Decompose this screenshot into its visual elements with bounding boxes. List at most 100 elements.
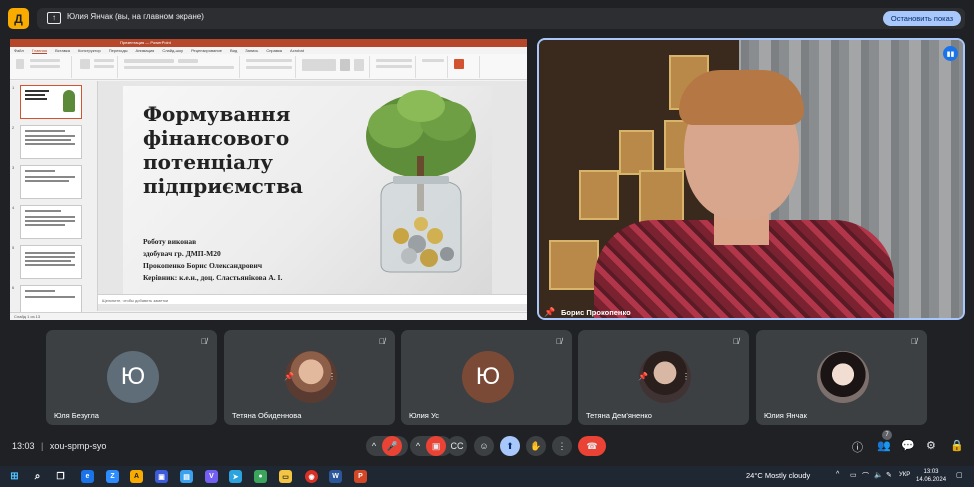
slide-thumbnail-pane[interactable]: 1 2 3 4 5 6 (10, 81, 98, 319)
reactions-button[interactable]: ☺ (474, 436, 494, 456)
ribbon-tab[interactable]: Главная (31, 48, 48, 54)
participant-tile[interactable]: 🎙̸ Юлия Янчак (756, 330, 927, 425)
windows-start-icon[interactable]: ⊞ (8, 470, 21, 483)
thumbnail-number: 4 (12, 205, 15, 210)
windows-taskbar: ⊞ ⌕ ❐ e Z A ▣ ▤ V ➤ ● ▭ ◉ W P 24°C Mostl… (0, 466, 974, 487)
chevron-up-icon[interactable]: ^ (416, 441, 420, 451)
ribbon-toolbar (10, 54, 527, 80)
battery-icon[interactable]: ▭ (850, 471, 857, 479)
mic-off-icon: 🎙̸ (733, 337, 739, 346)
browser-icon[interactable]: e (81, 470, 94, 483)
volume-icon[interactable]: 🔈 (874, 471, 883, 479)
powerpoint-icon[interactable]: P (354, 470, 367, 483)
more-options-button[interactable]: ⋮ (552, 436, 572, 456)
chevron-up-icon[interactable]: ^ (372, 441, 376, 451)
host-controls-icon[interactable]: 🔒 (950, 439, 964, 452)
ribbon-tab[interactable]: Слайд-шоу (162, 48, 183, 53)
app-icon[interactable]: ● (254, 470, 267, 483)
participant-tile[interactable]: 🎙̸ 📌 ⋮ Тетяна Дем'яненко (578, 330, 749, 425)
mic-off-icon: 🎙̸ (556, 337, 562, 346)
search-icon[interactable]: ⌕ (31, 470, 44, 483)
ribbon-tab[interactable]: Запись (245, 48, 258, 53)
slide-info-line: Роботу виконав (143, 237, 197, 246)
slide-thumbnail[interactable] (20, 125, 82, 159)
mic-control-group: ^ 🎤 (366, 436, 408, 456)
pin-icon[interactable]: 📌 (544, 307, 555, 318)
ribbon-tab[interactable]: Вид (230, 48, 237, 53)
language-indicator[interactable]: УКР (899, 472, 910, 478)
weather-widget[interactable]: 24°C Mostly cloudy (746, 471, 810, 480)
slide-thumbnail[interactable] (20, 165, 82, 199)
notifications-icon[interactable]: ▢ (956, 471, 963, 479)
activities-icon[interactable]: ⚙ (926, 439, 936, 452)
meeting-code: xou-spmp-syo (49, 441, 107, 451)
file-icon[interactable]: ▤ (180, 470, 193, 483)
word-icon[interactable]: W (329, 470, 342, 483)
captions-button[interactable]: CC (447, 436, 467, 456)
file-explorer-icon[interactable]: ▭ (279, 470, 292, 483)
present-now-button[interactable]: ⬆ (500, 436, 520, 456)
more-options-icon[interactable]: ⋮ (328, 372, 336, 381)
ribbon-tab[interactable]: Файл (14, 48, 24, 53)
thumbnail-number: 1 (12, 85, 15, 90)
notes-pane[interactable]: Щелкните, чтобы добавить заметки (98, 294, 527, 304)
raise-hand-button[interactable]: ✋ (526, 436, 546, 456)
clock-time: 13:03 (923, 469, 939, 475)
ribbon-tab[interactable]: Переходы (109, 48, 128, 53)
ribbon-tab[interactable]: Acrobat (290, 48, 304, 53)
participant-tile[interactable]: 🎙̸ 📌 ⋮ Тетяна Обиденнова (224, 330, 395, 425)
share-banner-text: Юлия Янчак (вы, на главном экране) (67, 12, 204, 21)
app-logo: Д (8, 8, 29, 29)
chat-icon[interactable]: 💬 (901, 439, 915, 452)
thumbnail-number: 3 (12, 165, 15, 170)
leave-call-button[interactable]: ☎ (578, 436, 606, 456)
speaker-hair (679, 70, 804, 125)
avatar: Ю (107, 351, 159, 403)
top-bar: Д ↑ Юлия Янчак (вы, на главном экране) О… (0, 0, 974, 36)
chrome-icon[interactable]: ◉ (305, 470, 318, 483)
pin-icon[interactable]: 📌 (284, 372, 294, 381)
ribbon-tab[interactable]: Анимация (136, 48, 155, 53)
system-clock[interactable]: 13:03 14.06.2024 (916, 468, 946, 484)
mic-off-icon: 🎙̸ (201, 337, 207, 346)
zoom-icon[interactable]: Z (106, 470, 119, 483)
viber-icon[interactable]: V (205, 470, 218, 483)
participant-name: Юлия Ус (409, 411, 439, 420)
ribbon-tab[interactable]: Конструктор (78, 48, 101, 53)
slide-thumbnail[interactable] (20, 205, 82, 239)
shared-screen-tile[interactable]: Презентация — PowerPoint Файл Главная Вста… (10, 39, 527, 320)
participant-name: Юля Безугла (54, 411, 99, 420)
camera-off-button[interactable]: ▣ (426, 436, 447, 456)
meeting-details-icon[interactable]: ⓘ (852, 439, 863, 455)
telegram-icon[interactable]: ➤ (229, 470, 242, 483)
slide-info-line: Керівник: к.е.н., доц. Сластьянікова А. … (143, 273, 283, 282)
participant-name: Тетяна Дем'яненко (586, 411, 652, 420)
clock-date: 14.06.2024 (916, 477, 947, 483)
ribbon-tabs: Файл Главная Вставка Конструктор Переходы Ани… (10, 47, 527, 54)
slide-thumbnail[interactable] (20, 85, 82, 119)
stop-sharing-button[interactable]: Остановить показ (883, 11, 961, 26)
chevron-up-icon[interactable]: ^ (836, 471, 839, 478)
speaker-video-tile[interactable]: ▮▮ 📌 Борис Прокопенко (537, 38, 965, 320)
ribbon-tab[interactable]: Вставка (55, 48, 70, 53)
more-options-icon[interactable]: ⋮ (682, 372, 690, 381)
mic-off-icon: 🎙̸ (911, 337, 917, 346)
participant-tile[interactable]: 🎙̸ Ю Юлия Ус (401, 330, 572, 425)
thumbnail-number: 6 (12, 285, 15, 290)
audio-level-icon: ▮▮ (943, 46, 958, 61)
network-icon[interactable]: ⌒ (862, 471, 869, 481)
mic-off-button[interactable]: 🎤 (382, 436, 403, 456)
app-icon[interactable]: A (130, 470, 143, 483)
task-view-icon[interactable]: ❐ (54, 470, 67, 483)
powerpoint-workspace: 1 2 3 4 5 6 Формування фінансового потен… (10, 81, 527, 319)
pin-icon[interactable]: 📌 (638, 372, 648, 381)
current-slide[interactable]: Формування фінансового потенціалу підпри… (123, 86, 492, 294)
app-icon[interactable]: ▣ (155, 470, 168, 483)
ribbon-tab[interactable]: Справка (266, 48, 282, 53)
people-icon[interactable]: 👥 (877, 439, 891, 452)
slide-thumbnail[interactable] (20, 245, 82, 279)
pen-icon[interactable]: ✎ (886, 471, 892, 479)
present-screen-icon: ↑ (47, 12, 61, 24)
ribbon-tab[interactable]: Рецензирование (191, 48, 222, 53)
participant-tile[interactable]: 🎙̸ Ю Юля Безугла (46, 330, 217, 425)
